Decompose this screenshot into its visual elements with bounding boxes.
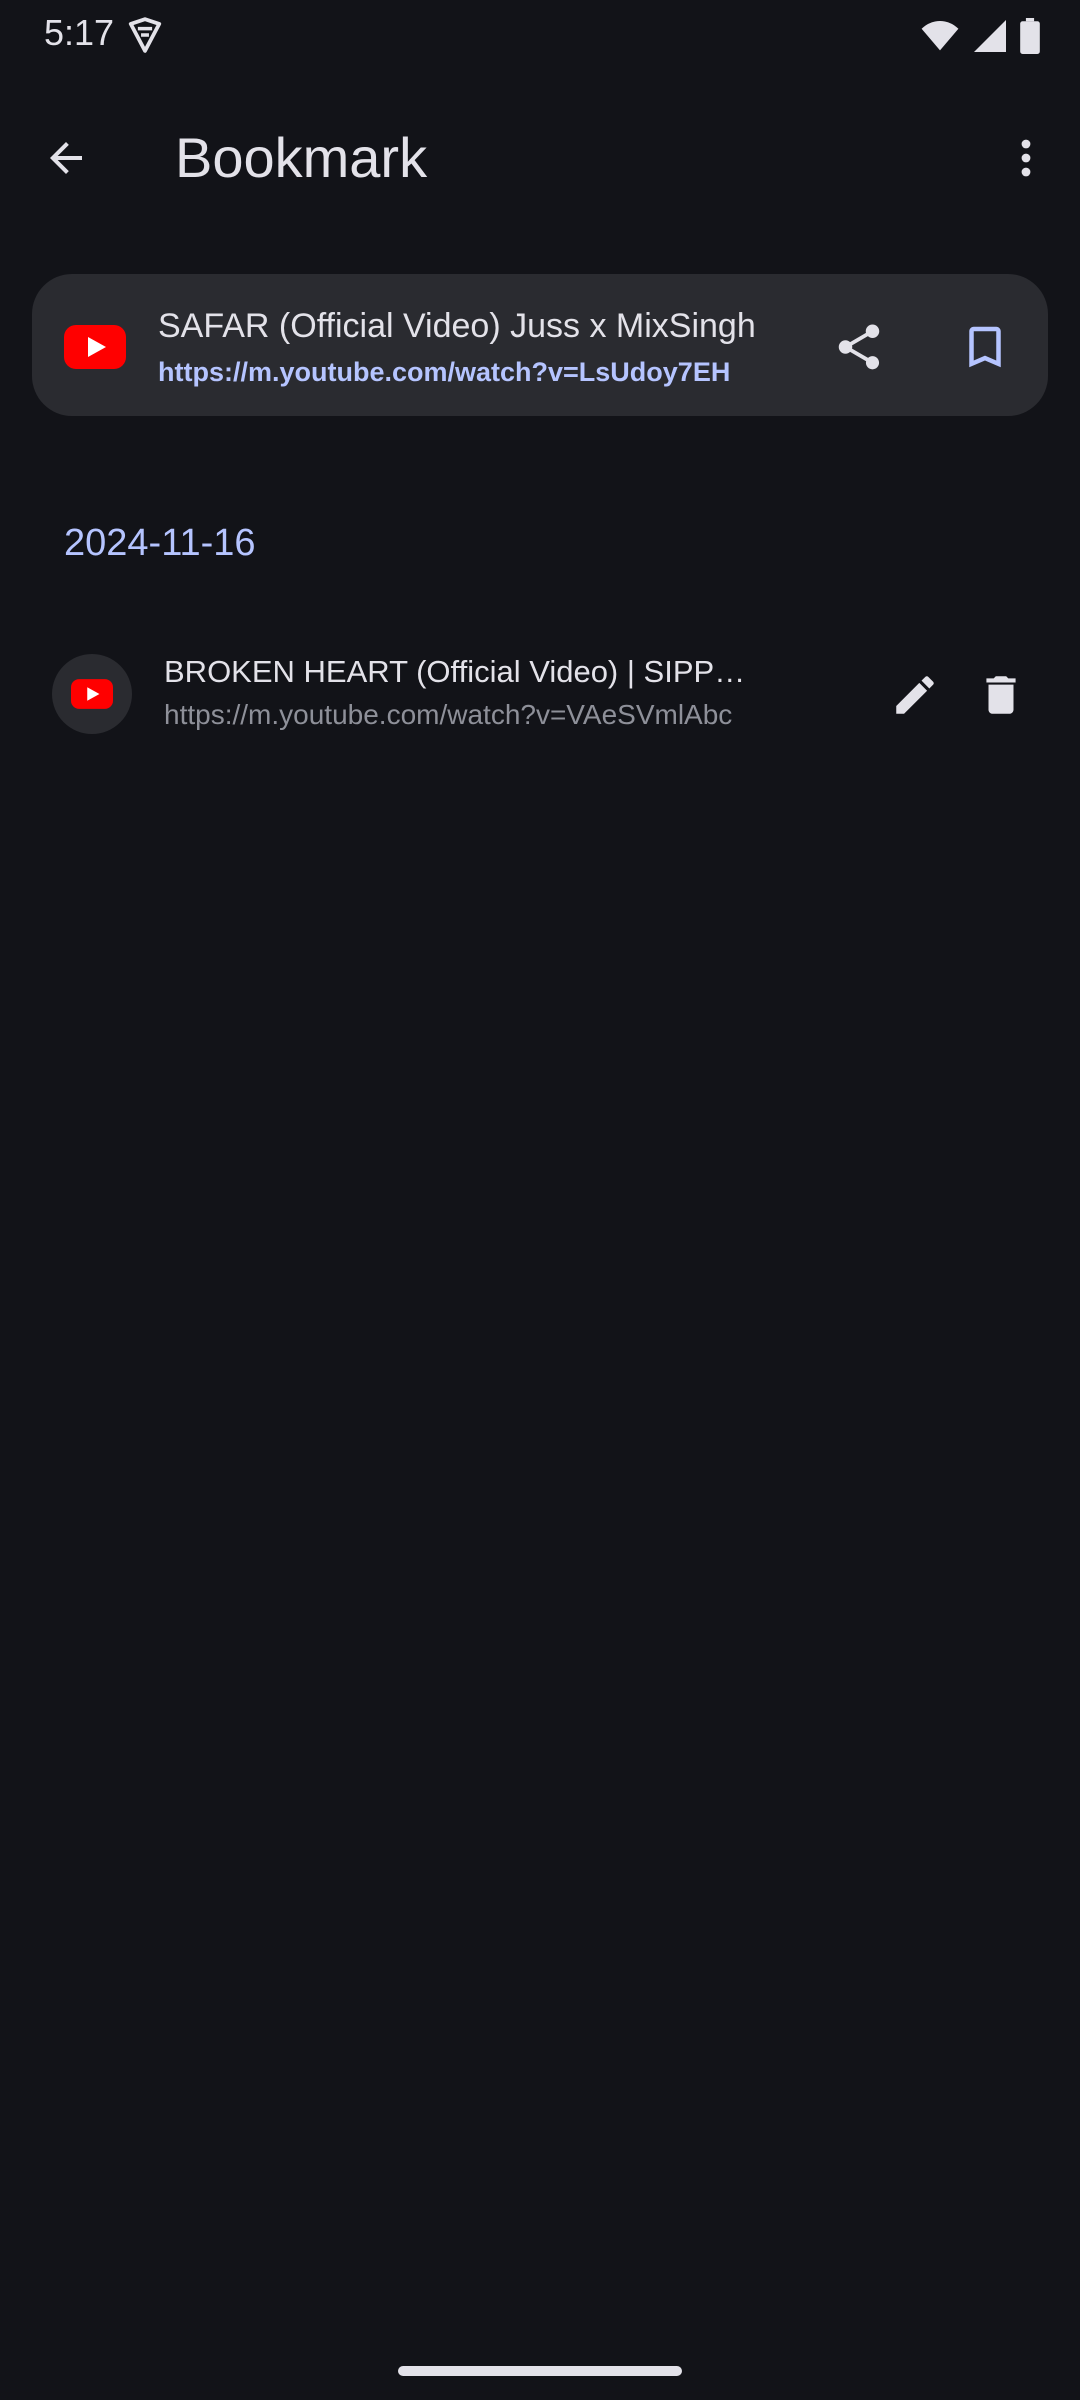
app-bar: Bookmark [0,100,1080,216]
delete-bookmark-button[interactable] [968,662,1034,728]
current-page-title: SAFAR (Official Video) Juss x MixSingh [158,307,756,345]
youtube-logo-icon [71,679,113,709]
wifi-icon [921,21,959,51]
more-vert-icon [1021,139,1031,177]
more-options-button[interactable] [994,126,1058,190]
share-icon [838,324,880,370]
gesture-navigation-bar[interactable] [398,2366,682,2376]
favicon-avatar [52,654,132,734]
bookmark-title: BROKEN HEART (Official Video) | SIPPY GI… [164,654,764,689]
edit-pencil-icon [896,676,934,714]
delete-trash-icon [986,676,1016,714]
bookmark-outline-icon [969,326,1001,368]
cellular-signal-icon [974,20,1006,52]
current-page-url: https://m.youtube.com/watch?v=LsUdoy7EH [158,357,731,387]
arrow-back-icon [50,142,82,174]
edit-bookmark-button[interactable] [882,662,948,728]
bookmark-button[interactable] [952,314,1018,380]
back-button[interactable] [34,126,98,190]
status-icons [920,18,1040,54]
bookmark-screen: 5:17 Bookmark SAFAR (Official Video) Jus… [0,0,1080,2400]
page-title: Bookmark [175,126,428,189]
bookmark-list-item[interactable]: BROKEN HEART (Official Video) | SIPPY GI… [0,630,1080,760]
battery-icon [1020,18,1040,54]
status-bar: 5:17 [0,0,1080,72]
vpn-shield-icon [128,17,162,53]
youtube-logo-icon [64,325,126,369]
bookmark-url: https://m.youtube.com/watch?v=VAeSVmlAbc [164,699,733,730]
date-group-header: 2024-11-16 [64,522,256,564]
share-button[interactable] [826,314,892,380]
status-time: 5:17 [44,12,115,53]
